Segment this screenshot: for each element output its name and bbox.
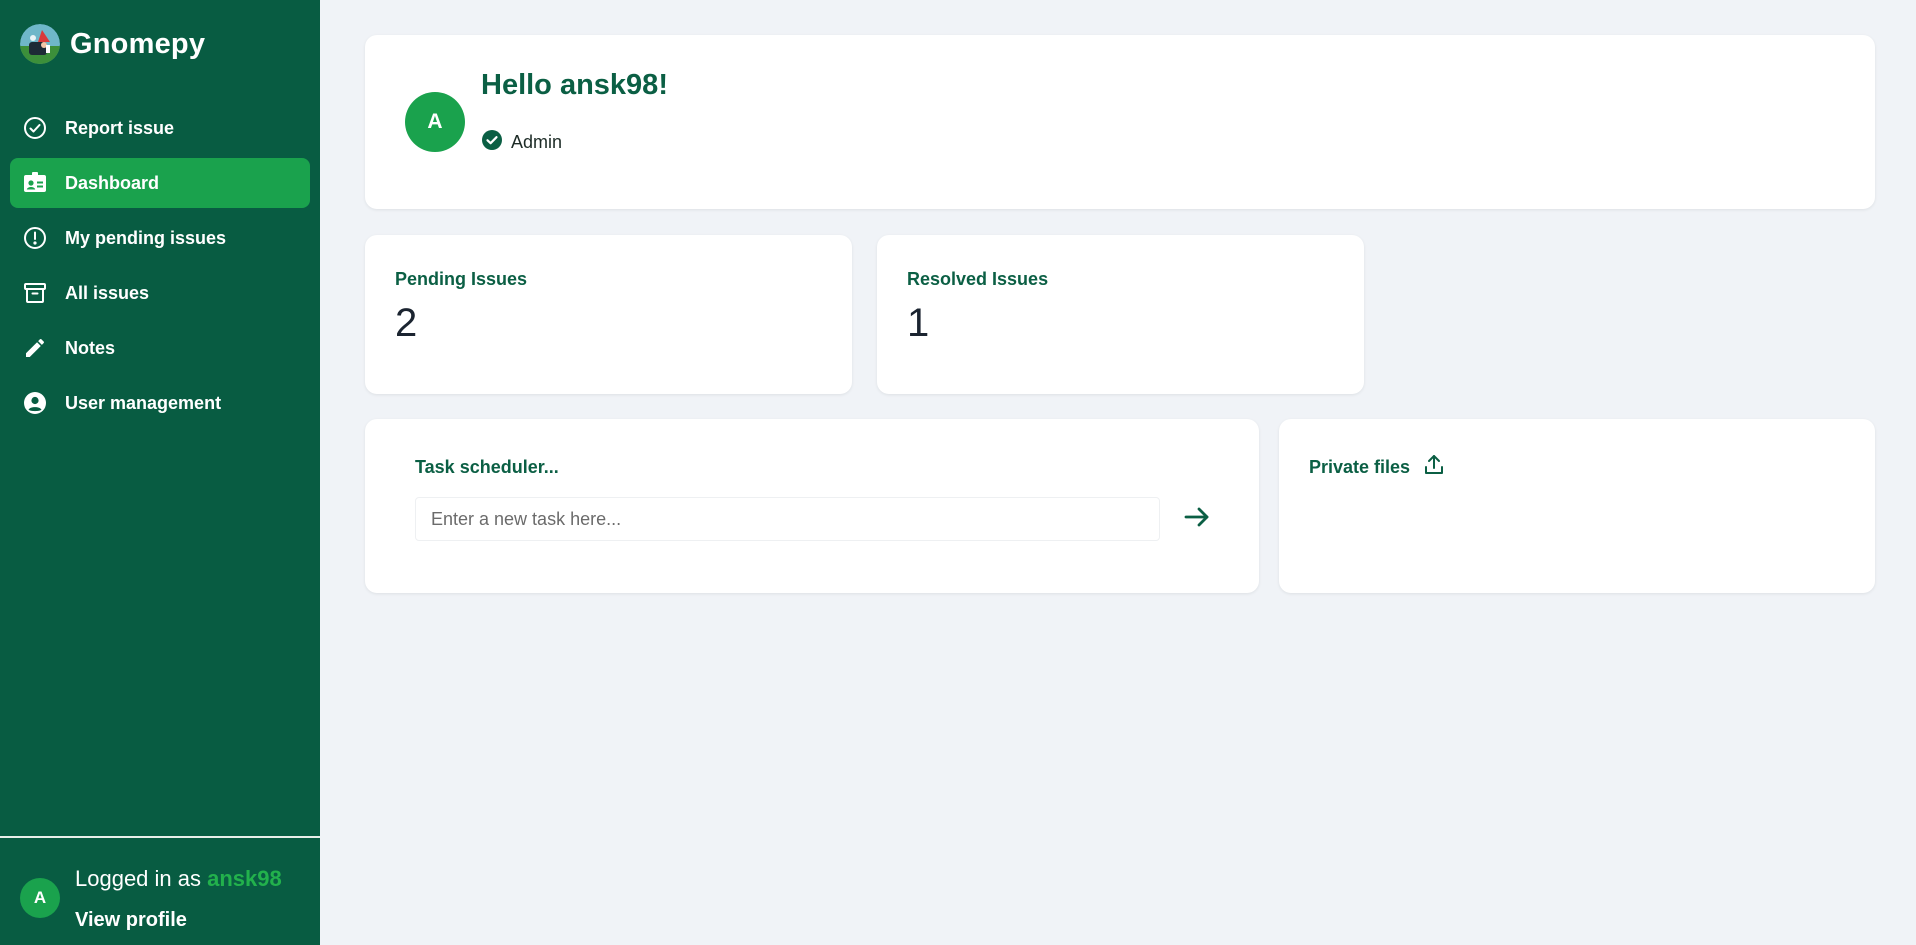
sidebar-item-all-issues[interactable]: All issues <box>10 268 310 318</box>
sidebar-item-label: Report issue <box>65 117 175 138</box>
user-circle-icon <box>22 390 48 416</box>
logged-in-text: Logged in as ansk98 <box>75 866 282 892</box>
task-scheduler-card: Task scheduler... <box>365 419 1259 593</box>
check-circle-icon <box>482 130 502 155</box>
private-files-card: Private files <box>1279 419 1875 593</box>
sidebar-item-label: User management <box>65 392 222 413</box>
avatar: A <box>405 92 465 152</box>
brand-name: Gnomepy <box>70 27 206 60</box>
sidebar-item-label: My pending issues <box>65 227 227 248</box>
exclamation-circle-icon <box>22 225 48 251</box>
sidebar-nav: Report issue Dashboard My pending issues… <box>10 103 310 433</box>
role-badge: Admin <box>482 130 562 155</box>
sidebar-item-label: Dashboard <box>65 172 160 193</box>
sidebar-item-dashboard[interactable]: Dashboard <box>10 158 310 208</box>
logged-in-username: ansk98 <box>207 866 282 891</box>
pending-issues-card[interactable]: Pending Issues 2 <box>365 235 852 394</box>
sidebar-item-report-issue[interactable]: Report issue <box>10 103 310 153</box>
greeting-card: A Hello ansk98! Admin <box>365 35 1875 209</box>
sidebar-item-notes[interactable]: Notes <box>10 323 310 373</box>
resolved-issues-card[interactable]: Resolved Issues 1 <box>877 235 1364 394</box>
stat-label: Pending Issues <box>395 269 528 289</box>
pencil-icon <box>22 335 48 361</box>
sidebar: Gnomepy Report issue Dashboard My pendin… <box>0 0 320 945</box>
add-task-button[interactable] <box>1177 499 1217 539</box>
upload-button[interactable] <box>1421 454 1447 480</box>
page-title: Hello ansk98! <box>481 69 668 101</box>
sidebar-item-my-pending-issues[interactable]: My pending issues <box>10 213 310 263</box>
stat-value: 2 <box>395 301 418 345</box>
avatar[interactable]: A <box>20 878 60 918</box>
sidebar-footer: A Logged in as ansk98 View profile <box>0 836 320 945</box>
gnome-logo-icon <box>20 24 60 64</box>
arrow-right-icon <box>1183 503 1211 536</box>
role-label: Admin <box>511 132 563 152</box>
logged-in-prefix: Logged in as <box>75 866 208 891</box>
check-circle-icon <box>22 115 48 141</box>
archive-icon <box>22 280 48 306</box>
brand[interactable]: Gnomepy <box>20 24 205 64</box>
view-profile-link[interactable]: View profile <box>75 909 187 932</box>
sidebar-item-label: All issues <box>65 282 150 303</box>
private-files-title: Private files <box>1309 457 1411 477</box>
id-card-icon <box>22 170 48 196</box>
sidebar-item-user-management[interactable]: User management <box>10 378 310 428</box>
upload-icon <box>1423 454 1445 481</box>
sidebar-item-label: Notes <box>65 337 116 358</box>
stat-value: 1 <box>907 301 930 345</box>
task-scheduler-title: Task scheduler... <box>415 457 559 477</box>
task-input[interactable] <box>415 497 1160 541</box>
stat-label: Resolved Issues <box>907 269 1049 289</box>
